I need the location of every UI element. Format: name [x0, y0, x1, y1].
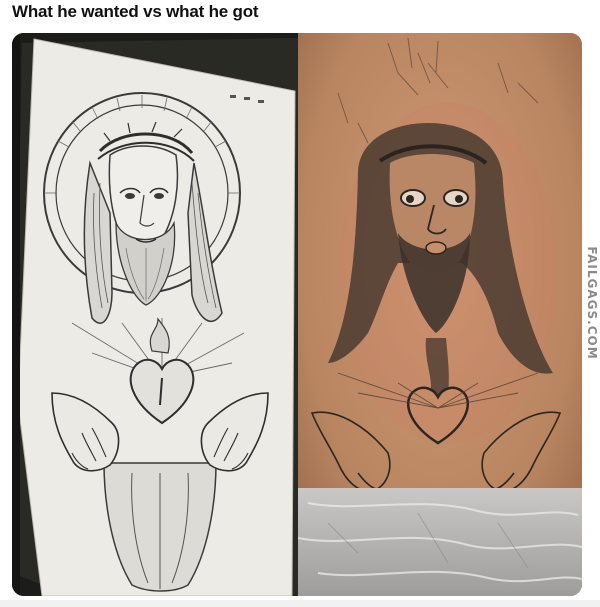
design-sketch-panel: [12, 33, 298, 596]
comparison-image: [12, 33, 582, 596]
watermark-text: FAILGAGS.COM: [584, 245, 599, 360]
design-sketch-illustration: [12, 33, 298, 596]
watermark: FAILGAGS.COM: [583, 245, 600, 360]
bottom-divider: [0, 600, 600, 607]
tattoo-result-panel: [298, 33, 582, 596]
post-title: What he wanted vs what he got: [12, 2, 259, 21]
tattoo-photo-illustration: [298, 33, 582, 596]
